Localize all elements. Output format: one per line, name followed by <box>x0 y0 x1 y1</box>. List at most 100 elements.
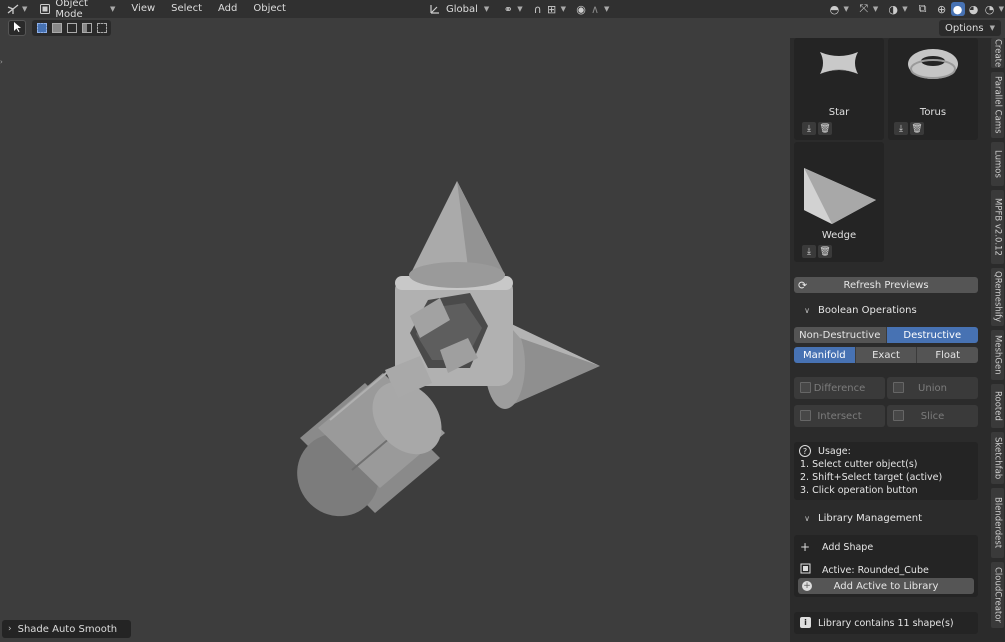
tab-label: Blenderdest <box>992 497 1003 549</box>
chevron-down-icon: ▼ <box>872 5 879 13</box>
import-button[interactable]: ⤓ <box>894 122 908 135</box>
solver-manifold-button[interactable]: Manifold <box>794 347 856 363</box>
proportional-edit-icon: ◉ <box>576 2 586 16</box>
link-icon: ⚭ <box>503 2 513 16</box>
solid-sphere-icon: ● <box>950 2 965 16</box>
gizmo-button[interactable]: ⤧ ▼ <box>853 1 882 17</box>
mode-selector[interactable]: Object Mode ▼ <box>35 0 119 20</box>
snap-toggle[interactable]: ∩ ⊞ ▼ <box>527 1 570 17</box>
tab-label: Create <box>992 38 1003 68</box>
library-management-header[interactable]: ∨ Library Management <box>794 508 986 528</box>
select-extend-icon <box>51 23 62 33</box>
solver-exact-button[interactable]: Exact <box>855 347 918 363</box>
select-tool-button[interactable] <box>8 20 26 36</box>
last-operator-panel[interactable]: › Shade Auto Smooth <box>2 620 131 638</box>
delete-button[interactable]: 🗑 <box>818 245 832 258</box>
tab-qremeshify[interactable]: QRemeshify <box>991 268 1004 326</box>
tab-label: MPFB v2.0.12 <box>992 198 1003 256</box>
trash-icon: 🗑 <box>819 123 831 134</box>
tab-label: Lumos <box>992 150 1003 178</box>
union-button[interactable]: Union <box>887 377 978 399</box>
tab-blenderdest[interactable]: Blenderdest <box>991 488 1004 558</box>
transform-orientation-selector[interactable]: Global ▼ <box>424 1 493 17</box>
overlay-button[interactable]: ◑ ▼ <box>882 1 911 17</box>
slice-button[interactable]: Slice <box>887 405 978 427</box>
select-subtract-button[interactable] <box>64 20 79 36</box>
solver-float-button[interactable]: Float <box>917 347 978 363</box>
library-card-label: Wedge <box>821 230 857 241</box>
add-active-to-library-button[interactable]: + Add Active to Library <box>798 578 974 594</box>
difference-button[interactable]: Difference <box>794 377 885 399</box>
shading-material[interactable]: ◕ <box>966 1 982 17</box>
non-destructive-button[interactable]: Non-Destructive <box>794 327 887 343</box>
star-shape-icon <box>816 46 862 83</box>
editor-type-button[interactable]: ▼ <box>0 1 31 17</box>
tab-cloudcreator[interactable]: CloudCreator <box>991 562 1004 628</box>
selection-mode-group <box>32 20 111 36</box>
menu-view[interactable]: View <box>123 0 163 18</box>
cylinder-object[interactable] <box>280 368 455 533</box>
menu-add[interactable]: Add <box>210 0 245 18</box>
menu-object[interactable]: Object <box>245 0 294 18</box>
delete-button[interactable]: 🗑 <box>910 122 924 135</box>
refresh-label: Refresh Previews <box>843 279 929 291</box>
delete-button[interactable]: 🗑 <box>818 122 832 135</box>
3d-viewport[interactable] <box>0 38 790 642</box>
select-new-button[interactable] <box>34 20 49 36</box>
chevron-down-icon: ∨ <box>804 513 810 523</box>
select-extend-button[interactable] <box>49 20 64 36</box>
xray-toggle[interactable]: ⧉ <box>912 1 934 17</box>
op-label: Intersect <box>817 410 862 422</box>
library-count-text: Library contains 11 shape(s) <box>818 618 954 629</box>
trash-icon: 🗑 <box>819 246 831 257</box>
overlay-icon: ◑ <box>888 2 899 16</box>
tab-lumos[interactable]: Lumos <box>991 142 1004 186</box>
intersect-button[interactable]: Intersect <box>794 405 885 427</box>
union-icon <box>893 382 904 393</box>
orientation-icon <box>428 2 442 16</box>
pivot-point-button[interactable]: ⚭ ▼ <box>497 1 526 17</box>
shading-wireframe[interactable]: ⊕ <box>934 1 950 17</box>
library-card-torus[interactable]: Torus ⤓ 🗑 <box>888 38 978 140</box>
snap-increment-icon: ⊞ <box>547 2 557 16</box>
chevron-down-icon: ▼ <box>22 5 28 13</box>
destructive-button[interactable]: Destructive <box>886 327 978 343</box>
select-invert-button[interactable] <box>79 20 94 36</box>
tab-parallel-cams[interactable]: Parallel Cams <box>991 72 1004 138</box>
cone-top-object[interactable] <box>409 181 505 288</box>
op-label: Slice <box>920 410 945 422</box>
tab-sketchfab[interactable]: Sketchfab <box>991 432 1004 484</box>
select-intersect-button[interactable] <box>94 20 109 36</box>
tab-rooted[interactable]: Rooted <box>991 384 1004 428</box>
options-dropdown[interactable]: Options ▼ <box>939 20 1001 36</box>
shading-rendered[interactable]: ◔ ▼ <box>982 1 1005 17</box>
add-active-label: Add Active to Library <box>833 580 939 592</box>
trash-icon: 🗑 <box>911 123 923 134</box>
tab-label: QRemeshify <box>992 271 1003 323</box>
visibility-button[interactable]: ◓ ▼ <box>823 1 852 17</box>
tab-label: Rooted <box>992 391 1003 421</box>
chevron-down-icon: ▼ <box>902 5 908 13</box>
select-new-icon <box>36 23 47 33</box>
tab-meshgen[interactable]: MeshGen <box>991 330 1004 380</box>
tab-mpfb[interactable]: MPFB v2.0.12 <box>991 190 1004 264</box>
slice-icon <box>893 410 904 421</box>
menu-select[interactable]: Select <box>163 0 210 18</box>
tab-create[interactable]: Create <box>991 38 1004 68</box>
library-count-box: i Library contains 11 shape(s) <box>794 612 978 634</box>
tab-label: Parallel Cams <box>992 76 1003 134</box>
shading-solid[interactable]: ● <box>950 1 966 17</box>
boolean-operations-header[interactable]: ∨ Boolean Operations <box>794 300 986 320</box>
import-button[interactable]: ⤓ <box>802 122 816 135</box>
library-card-wedge[interactable]: Wedge ⤓ 🗑 <box>794 142 884 262</box>
refresh-previews-button[interactable]: ⟳ Refresh Previews <box>794 277 978 293</box>
library-card-star[interactable]: Star ⤓ 🗑 <box>794 38 884 140</box>
add-shape-row[interactable]: + Add Shape <box>800 540 873 554</box>
usage-line: 2. Shift+Select target (active) <box>800 472 943 483</box>
proportional-edit-toggle[interactable]: ◉ ∧ ▼ <box>570 1 613 17</box>
toolbar-expand-icon[interactable]: › <box>0 58 6 68</box>
gizmo-icon: ⤧ <box>859 2 869 15</box>
import-button[interactable]: ⤓ <box>802 245 816 258</box>
plus-icon: + <box>800 540 811 554</box>
op-label: Union <box>918 382 947 394</box>
